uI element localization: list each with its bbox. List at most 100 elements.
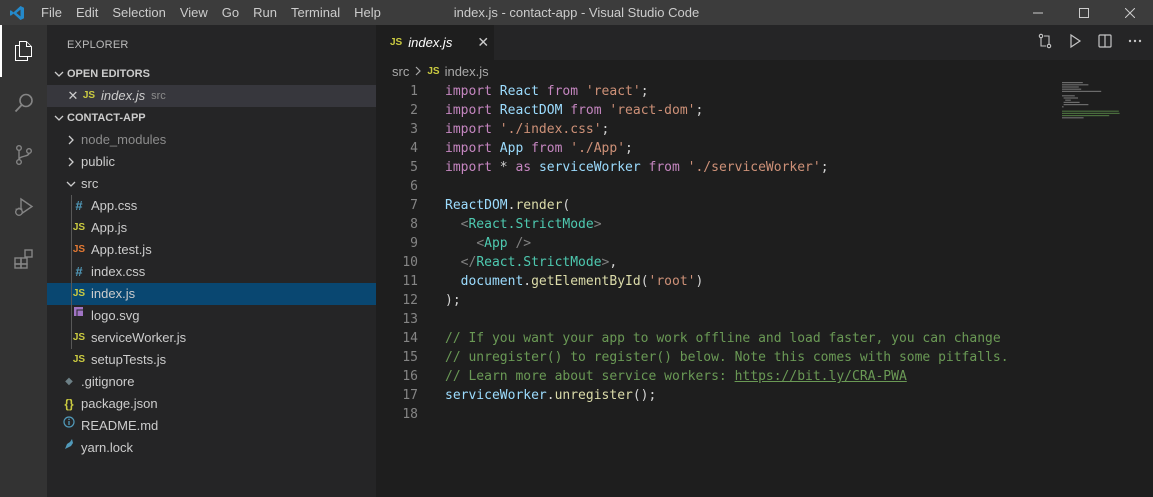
line-number: 5 bbox=[410, 160, 418, 175]
open-editors-header[interactable]: OPEN EDITORS bbox=[47, 63, 376, 85]
code-text: // If you want your app to work offline … bbox=[445, 331, 1001, 346]
menu-go[interactable]: Go bbox=[215, 0, 246, 25]
activity-bar bbox=[0, 25, 47, 497]
more-actions-button[interactable] bbox=[1127, 33, 1143, 52]
open-editor-item-index-js[interactable]: ✕ JS index.js src bbox=[47, 85, 376, 107]
css-file-icon: # bbox=[75, 264, 83, 279]
code-text: import App from './App'; bbox=[445, 141, 633, 156]
menu-bar: File Edit Selection View Go Run Terminal… bbox=[34, 0, 388, 25]
css-file-icon: # bbox=[75, 198, 83, 213]
chevron-down-icon bbox=[51, 113, 67, 123]
js-file-icon: JS bbox=[72, 288, 86, 299]
menu-run[interactable]: Run bbox=[246, 0, 284, 25]
chevron-down-icon bbox=[63, 179, 79, 189]
breadcrumb: src JS index.js bbox=[376, 60, 1153, 82]
tree-item-label: App.js bbox=[91, 220, 128, 235]
tree-item-app-test-js[interactable]: JS App.test.js bbox=[47, 239, 376, 261]
gitignore-file-icon: ◆ bbox=[65, 376, 73, 387]
code-line: 14 // If you want your app to work offlin… bbox=[376, 329, 1153, 348]
indent-guide bbox=[71, 195, 72, 349]
menu-file[interactable]: File bbox=[34, 0, 69, 25]
minimap-line bbox=[1062, 112, 1120, 114]
tree-item-setup-tests-js[interactable]: JS setupTests.js bbox=[47, 349, 376, 371]
code-text: <App /> bbox=[476, 236, 532, 251]
open-changes-button[interactable] bbox=[1037, 33, 1053, 52]
source-control-icon bbox=[15, 145, 32, 166]
split-editor-button[interactable] bbox=[1097, 33, 1113, 52]
vscode-logo-icon bbox=[0, 0, 34, 25]
tree-item-index-css[interactable]: # index.css bbox=[47, 261, 376, 283]
tree-item-app-js[interactable]: JS App.js bbox=[47, 217, 376, 239]
tree-item-label: .gitignore bbox=[81, 374, 135, 389]
minimize-button[interactable] bbox=[1015, 0, 1061, 25]
tree-item-public[interactable]: public bbox=[47, 151, 376, 173]
project-label: CONTACT-APP bbox=[67, 112, 146, 124]
chevron-right-icon bbox=[414, 64, 422, 79]
source-control-activity-button[interactable] bbox=[0, 129, 47, 181]
project-header[interactable]: CONTACT-APP bbox=[47, 107, 376, 129]
line-number: 1 bbox=[410, 84, 418, 99]
svg-file-icon bbox=[71, 305, 87, 327]
code-line: 10 </React.StrictMode>, bbox=[376, 253, 1153, 272]
tree-item-logo-svg[interactable]: logo.svg bbox=[47, 305, 376, 327]
tree-item-readme-md[interactable]: README.md bbox=[47, 415, 376, 437]
code-text: </React.StrictMode>, bbox=[460, 255, 618, 270]
line-number: 3 bbox=[410, 122, 418, 137]
minimap-line bbox=[1062, 115, 1110, 117]
tree-item-package-json[interactable]: {} package.json bbox=[47, 393, 376, 415]
menu-edit[interactable]: Edit bbox=[69, 0, 105, 25]
split-editor-icon bbox=[1098, 34, 1112, 48]
code-editor[interactable]: 1 import React from 'react'; 2 import React… bbox=[376, 82, 1153, 424]
code-line: 6 bbox=[376, 177, 1153, 196]
close-tab-icon[interactable]: ✕ bbox=[477, 34, 489, 51]
js-file-icon: JS bbox=[427, 65, 440, 77]
tree-item-node-modules[interactable]: node_modules bbox=[47, 129, 376, 151]
close-editor-icon[interactable]: ✕ bbox=[65, 85, 81, 107]
code-line: 18 bbox=[376, 405, 1153, 424]
tree-item-index-js[interactable]: JS index.js bbox=[47, 283, 376, 305]
tree-item-label: package.json bbox=[81, 396, 158, 411]
line-number: 10 bbox=[402, 255, 418, 270]
explorer-activity-button[interactable] bbox=[0, 25, 47, 77]
tree-item-yarn-lock[interactable]: yarn.lock bbox=[47, 437, 376, 459]
tree-item-app-css[interactable]: # App.css bbox=[47, 195, 376, 217]
yarn-file-icon bbox=[61, 437, 77, 459]
code-text: import * as serviceWorker from './servic… bbox=[445, 160, 829, 175]
tree-item-gitignore[interactable]: ◆ .gitignore bbox=[47, 371, 376, 393]
run-button[interactable] bbox=[1067, 33, 1083, 52]
files-icon bbox=[14, 41, 32, 61]
maximize-button[interactable] bbox=[1061, 0, 1107, 25]
menu-terminal[interactable]: Terminal bbox=[284, 0, 347, 25]
menu-help[interactable]: Help bbox=[347, 0, 388, 25]
json-file-icon: {} bbox=[64, 397, 74, 411]
close-window-button[interactable] bbox=[1107, 0, 1153, 25]
tree-item-service-worker-js[interactable]: JS serviceWorker.js bbox=[47, 327, 376, 349]
editor-actions bbox=[1037, 25, 1143, 60]
minimap-line bbox=[1062, 117, 1084, 119]
explorer-sidebar: EXPLORER OPEN EDITORS ✕ JS index.js src … bbox=[47, 25, 376, 497]
breadcrumb-file[interactable]: index.js bbox=[445, 64, 489, 79]
test-js-file-icon: JS bbox=[72, 244, 86, 255]
breadcrumb-folder[interactable]: src bbox=[392, 64, 409, 79]
tree-item-label: node_modules bbox=[81, 132, 167, 147]
minimap[interactable] bbox=[1062, 82, 1142, 122]
line-number: 8 bbox=[410, 217, 418, 232]
menu-view[interactable]: View bbox=[173, 0, 215, 25]
chevron-right-icon bbox=[63, 157, 79, 167]
code-text: <React.StrictMode> bbox=[460, 217, 602, 232]
run-debug-activity-button[interactable] bbox=[0, 181, 47, 233]
extensions-activity-button[interactable] bbox=[0, 233, 47, 285]
minimap-line bbox=[1065, 99, 1071, 101]
close-icon bbox=[1125, 7, 1135, 18]
minimap-line bbox=[1062, 95, 1075, 97]
search-activity-button[interactable] bbox=[0, 77, 47, 129]
menu-selection[interactable]: Selection bbox=[105, 0, 172, 25]
line-number: 12 bbox=[402, 293, 418, 308]
tree-item-src[interactable]: src bbox=[47, 173, 376, 195]
tree-item-label: App.css bbox=[91, 198, 138, 213]
code-text: document.getElementById('root') bbox=[460, 274, 704, 289]
tab-index-js[interactable]: JS index.js ✕ bbox=[376, 25, 494, 60]
tab-bar: JS index.js ✕ bbox=[376, 25, 1153, 60]
open-editors-label: OPEN EDITORS bbox=[67, 68, 150, 80]
js-file-icon: JS bbox=[72, 354, 86, 365]
